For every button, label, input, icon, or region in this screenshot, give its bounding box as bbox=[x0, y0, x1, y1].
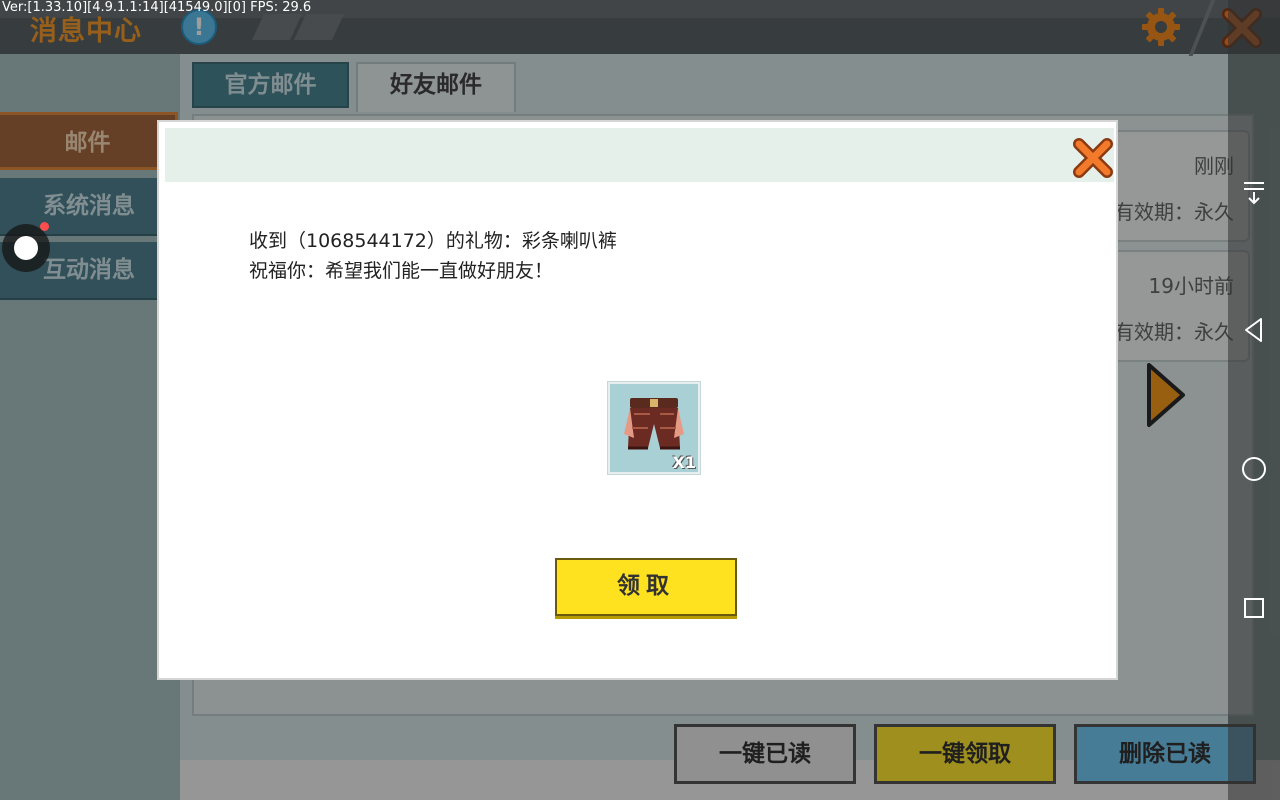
gear-icon[interactable] bbox=[1140, 6, 1182, 48]
gift-item-slot[interactable]: X1 bbox=[608, 382, 700, 474]
close-icon[interactable] bbox=[1071, 136, 1115, 180]
collapse-icon[interactable] bbox=[1240, 178, 1268, 206]
mail-time: 19小时前 bbox=[1148, 274, 1234, 298]
tab-friend-mail[interactable]: 好友邮件 bbox=[356, 62, 516, 112]
gift-message: 收到（1068544172）的礼物：彩条喇叭裤 bbox=[249, 230, 617, 252]
claim-all-button[interactable]: 一键领取 bbox=[874, 724, 1056, 784]
sidebar-item-mail[interactable]: 邮件 bbox=[0, 112, 178, 170]
back-icon[interactable] bbox=[1240, 316, 1268, 344]
gift-modal: 收到（1068544172）的礼物：彩条喇叭裤 祝福你：希望我们能一直做好朋友！… bbox=[157, 120, 1118, 680]
home-icon[interactable] bbox=[1240, 455, 1268, 483]
modal-header bbox=[165, 128, 1114, 182]
item-quantity: X1 bbox=[672, 453, 696, 472]
claim-button[interactable]: 领取 bbox=[555, 558, 737, 616]
floating-ball-core bbox=[14, 236, 38, 260]
gift-blessing: 祝福你：希望我们能一直做好朋友！ bbox=[249, 260, 554, 282]
next-page-arrow-icon[interactable] bbox=[1146, 362, 1186, 428]
mark-all-read-button[interactable]: 一键已读 bbox=[674, 724, 856, 784]
tab-official-mail[interactable]: 官方邮件 bbox=[192, 62, 349, 108]
floating-assistant-button[interactable] bbox=[2, 224, 50, 272]
mail-validity: 有效期：永久 bbox=[1114, 200, 1234, 224]
recents-icon[interactable] bbox=[1240, 594, 1268, 622]
mail-validity: 有效期：永久 bbox=[1114, 320, 1234, 344]
android-nav-bar bbox=[1228, 0, 1280, 800]
debug-overlay: Ver:[1.33.10][4.9.1.1:14][41549.0][0] FP… bbox=[2, 0, 312, 15]
unread-dot bbox=[40, 222, 49, 231]
